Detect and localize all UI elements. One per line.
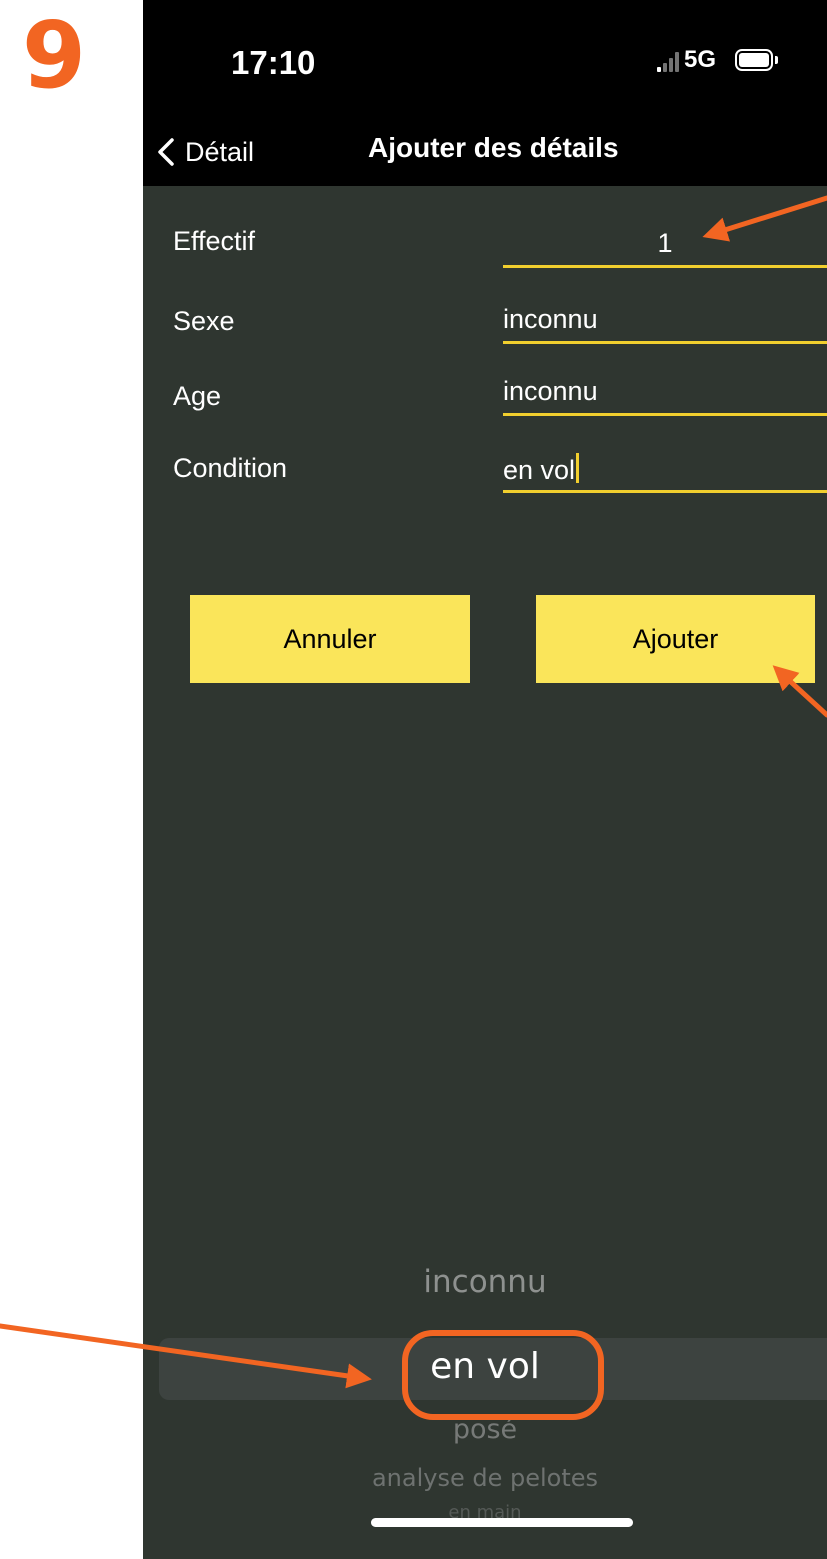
navigation-bar: Détail Ajouter des détails bbox=[143, 118, 827, 186]
add-button[interactable]: Ajouter bbox=[536, 595, 815, 683]
step-number: 9 bbox=[22, 2, 87, 109]
sexe-label: Sexe bbox=[173, 306, 235, 336]
home-indicator bbox=[371, 1518, 633, 1527]
phone-screen: 17:10 5G Détail Ajouter des détails Effe… bbox=[143, 0, 827, 1559]
cancel-button[interactable]: Annuler bbox=[190, 595, 470, 683]
age-label: Age bbox=[173, 381, 222, 411]
effectif-field[interactable]: 1 bbox=[503, 222, 827, 268]
network-type: 5G bbox=[684, 46, 717, 73]
age-field[interactable]: inconnu bbox=[503, 370, 827, 416]
picker-item-inconnu[interactable]: inconnu bbox=[143, 1264, 827, 1300]
condition-label: Condition bbox=[173, 453, 288, 483]
sexe-value: inconnu bbox=[503, 304, 598, 334]
page-title: Ajouter des détails bbox=[368, 132, 619, 163]
text-cursor bbox=[576, 453, 580, 483]
back-label: Détail bbox=[185, 136, 255, 167]
status-bar: 17:10 5G bbox=[143, 0, 827, 118]
status-time: 17:10 bbox=[231, 44, 316, 81]
battery-tip bbox=[775, 56, 778, 64]
condition-value: en vol bbox=[503, 455, 576, 485]
condition-field[interactable]: en vol bbox=[503, 447, 827, 493]
battery-icon bbox=[735, 49, 773, 71]
signal-icon bbox=[657, 52, 679, 72]
sexe-field[interactable]: inconnu bbox=[503, 298, 827, 344]
picker-item-pose[interactable]: posé bbox=[143, 1414, 827, 1445]
chevron-left-icon bbox=[158, 138, 174, 166]
picker-item-analyse-de-pelotes[interactable]: analyse de pelotes bbox=[143, 1464, 827, 1492]
age-value: inconnu bbox=[503, 376, 598, 406]
picker-item-en-vol[interactable]: en vol bbox=[143, 1346, 827, 1387]
back-button[interactable]: Détail bbox=[157, 132, 254, 172]
effectif-value: 1 bbox=[657, 228, 673, 258]
effectif-label: Effectif bbox=[173, 226, 256, 256]
